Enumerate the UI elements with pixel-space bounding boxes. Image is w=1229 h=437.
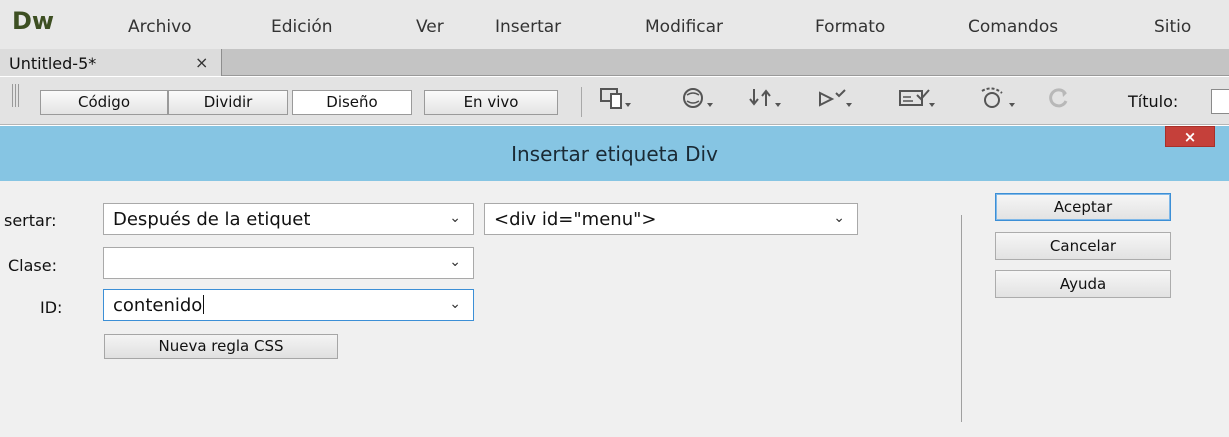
menu-formato[interactable]: Formato [815,17,885,37]
preview-browser-icon[interactable] [676,85,720,115]
id-value: contenido [113,295,203,316]
menu-bar: Dw Archivo Edición Ver Insertar Modifica… [0,0,1229,49]
dialog-title-bar[interactable]: Insertar etiqueta Div × [0,126,1229,181]
insert-target-value: <div id="menu"> [494,209,657,230]
visual-aids-icon[interactable] [895,85,939,115]
help-button[interactable]: Ayuda [995,270,1171,298]
id-select[interactable]: contenido ⌄ [103,289,474,321]
insert-position-select[interactable]: Después de la etiquet ⌄ [103,203,474,235]
menu-sitio[interactable]: Sitio [1154,17,1191,37]
insert-div-dialog: sertar: Después de la etiquet ⌄ <div id=… [0,181,1229,437]
code-view-button[interactable]: Código [40,90,168,115]
live-view-button[interactable]: En vivo [424,90,558,115]
insert-label: sertar: [4,211,57,230]
title-label: Título: [1128,92,1179,111]
dialog-separator [961,215,962,422]
split-view-button[interactable]: Dividir [168,90,288,115]
id-label: ID: [40,298,63,317]
menu-ver[interactable]: Ver [416,17,444,37]
insert-position-value: Después de la etiquet [113,209,311,230]
class-select[interactable]: ⌄ [103,247,474,279]
insert-target-select[interactable]: <div id="menu"> ⌄ [484,203,858,235]
w3c-validation-icon[interactable] [813,85,857,115]
menu-archivo[interactable]: Archivo [128,17,192,37]
file-management-icon[interactable] [743,85,787,115]
menu-insertar[interactable]: Insertar [495,17,561,37]
new-css-rule-button[interactable]: Nueva regla CSS [104,334,338,359]
ok-button[interactable]: Aceptar [995,193,1171,221]
design-view-button[interactable]: Diseño [292,90,412,115]
document-tab-label: Untitled-5* [9,54,97,73]
text-caret [203,295,205,314]
close-tab-icon[interactable]: × [195,53,208,72]
dreamweaver-logo: Dw [12,7,55,35]
document-tab-bar: Untitled-5* × [0,49,1229,76]
close-icon[interactable]: × [1165,126,1215,147]
dialog-title: Insertar etiqueta Div [511,142,718,166]
menu-edicion[interactable]: Edición [271,17,333,37]
toolbar-grip-handle[interactable] [12,84,19,107]
chevron-down-icon: ⌄ [449,254,461,270]
class-label: Clase: [8,256,57,275]
menu-modificar[interactable]: Modificar [645,17,723,37]
cancel-button[interactable]: Cancelar [995,232,1171,260]
toolbar-separator [581,87,582,117]
refresh-icon[interactable] [1036,85,1080,115]
menu-comandos[interactable]: Comandos [968,17,1058,37]
document-toolbar: Código Dividir Diseño En vivo Título: [0,77,1229,125]
title-input[interactable] [1211,89,1229,114]
document-tab[interactable]: Untitled-5* × [0,49,222,76]
chevron-down-icon: ⌄ [833,210,845,226]
chevron-down-icon: ⌄ [449,296,461,312]
multiscreen-icon[interactable] [594,85,638,115]
chevron-down-icon: ⌄ [449,210,461,226]
check-browser-compat-icon[interactable] [975,85,1019,115]
